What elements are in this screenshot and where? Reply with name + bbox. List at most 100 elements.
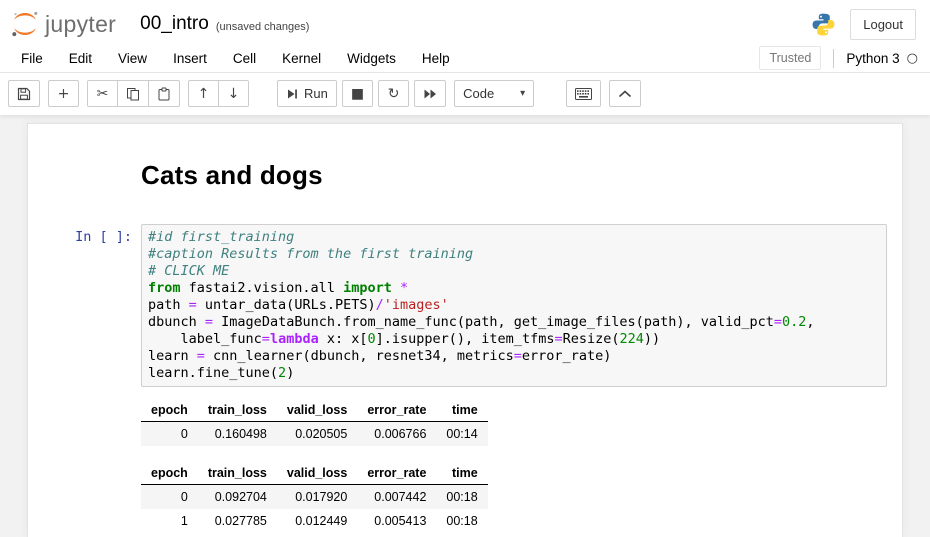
jupyter-logo-icon <box>10 9 40 39</box>
code-line: from fastai2.vision.all import * <box>148 280 880 297</box>
col-header: time <box>436 399 487 422</box>
cell-value: 0.007442 <box>357 485 436 510</box>
logout-button[interactable]: Logout <box>850 9 916 40</box>
plus-icon: + <box>58 87 70 101</box>
toolbar: + ✂ ↑ ↓ <box>0 73 930 115</box>
insert-cell-below-button[interactable]: + <box>48 80 79 107</box>
menu-widgets[interactable]: Widgets <box>334 44 409 72</box>
markdown-heading: Cats and dogs <box>141 160 887 191</box>
copy-icon <box>126 87 140 101</box>
cell-value: 0 <box>141 485 198 510</box>
paste-cell-button[interactable] <box>148 80 180 107</box>
chevron-up-icon <box>618 90 632 98</box>
run-button-label: Run <box>304 87 328 100</box>
markdown-cell[interactable]: Cats and dogs <box>43 160 887 191</box>
fast-forward-icon <box>423 88 437 100</box>
copy-cell-button[interactable] <box>117 80 149 107</box>
interrupt-kernel-button[interactable]: ■ <box>342 80 373 107</box>
trusted-badge[interactable]: Trusted <box>759 46 821 70</box>
cell-type-select[interactable]: Code ▾ <box>454 80 534 107</box>
menu-insert[interactable]: Insert <box>160 44 220 72</box>
cell-value: 0.006766 <box>357 422 436 447</box>
menu-items: FileEditViewInsertCellKernelWidgetsHelp <box>8 44 463 72</box>
table-row: 10.0277850.0124490.00541300:18 <box>141 509 488 533</box>
cell-value: 0.092704 <box>198 485 277 510</box>
notebook-container: Cats and dogs In [ ]: #id first_training… <box>27 123 903 537</box>
menu-file[interactable]: File <box>8 44 56 72</box>
code-line: path = untar_data(URLs.PETS)/'images' <box>148 297 880 314</box>
col-header: error_rate <box>357 462 436 485</box>
cell-value: 0.160498 <box>198 422 277 447</box>
menu-view[interactable]: View <box>105 44 160 72</box>
menubar: FileEditViewInsertCellKernelWidgetsHelp … <box>0 44 930 73</box>
python-logo-icon <box>811 12 836 37</box>
cell-value: 1 <box>141 509 198 533</box>
app-wordmark: jupyter <box>45 11 116 38</box>
site: Cats and dogs In [ ]: #id first_training… <box>0 115 930 537</box>
checkpoint-status: (unsaved changes) <box>216 21 310 33</box>
jupyter-logo[interactable]: jupyter <box>10 9 116 39</box>
restart-kernel-button[interactable]: ↻ <box>378 80 409 107</box>
col-header: valid_loss <box>277 399 357 422</box>
menubar-right: Trusted Python 3 ○ <box>759 46 922 70</box>
move-cell-down-button[interactable]: ↓ <box>218 80 249 107</box>
stop-icon: ■ <box>351 87 364 101</box>
paste-icon <box>157 87 171 101</box>
cell-outputs: epochtrain_lossvalid_losserror_ratetime0… <box>141 387 887 533</box>
cell-value: 0.020505 <box>277 422 357 447</box>
kernel-name: Python 3 <box>846 51 899 66</box>
keyboard-icon <box>575 88 592 100</box>
cell-value: 00:18 <box>436 485 487 510</box>
code-cell[interactable]: In [ ]: #id first_training#caption Resul… <box>43 224 887 387</box>
cell-value: 0.012449 <box>277 509 357 533</box>
cut-cell-button[interactable]: ✂ <box>87 80 118 107</box>
kernel-indicator: Python 3 ○ <box>833 49 922 68</box>
code-editor[interactable]: #id first_training#caption Results from … <box>141 224 887 387</box>
output-table: epochtrain_lossvalid_losserror_ratetime0… <box>141 399 488 446</box>
restart-icon: ↻ <box>388 87 400 101</box>
col-header: train_loss <box>198 462 277 485</box>
move-cell-up-button[interactable]: ↑ <box>188 80 219 107</box>
save-button[interactable] <box>8 80 40 107</box>
menu-cell[interactable]: Cell <box>220 44 269 72</box>
col-header: error_rate <box>357 399 436 422</box>
cell-value: 0.027785 <box>198 509 277 533</box>
code-line: #id first_training <box>148 229 880 246</box>
code-line: label_func=lambda x: x[0].isupper(), ite… <box>148 331 880 348</box>
col-header: train_loss <box>198 399 277 422</box>
run-button[interactable]: Run <box>277 80 337 107</box>
col-header: valid_loss <box>277 462 357 485</box>
notebook-title[interactable]: 00_intro <box>140 13 209 35</box>
col-header: time <box>436 462 487 485</box>
code-line: # CLICK ME <box>148 263 880 280</box>
run-button-group: Run ■ ↻ <box>277 80 446 107</box>
cell-value: 00:18 <box>436 509 487 533</box>
table-row: 00.0927040.0179200.00744200:18 <box>141 485 488 510</box>
run-icon <box>286 88 298 100</box>
markdown-prompt <box>43 160 141 191</box>
arrow-up-icon: ↑ <box>198 87 210 101</box>
menu-kernel[interactable]: Kernel <box>269 44 334 72</box>
scissors-icon: ✂ <box>97 87 109 101</box>
cell-value: 0.005413 <box>357 509 436 533</box>
cell-type-value: Code <box>463 86 494 101</box>
command-palette-button[interactable] <box>566 80 601 107</box>
restart-run-all-button[interactable] <box>414 80 446 107</box>
save-icon <box>17 87 31 101</box>
col-header: epoch <box>141 399 198 422</box>
code-line: learn.fine_tune(2) <box>148 365 880 382</box>
table-row: 00.1604980.0205050.00676600:14 <box>141 422 488 447</box>
output-table: epochtrain_lossvalid_losserror_ratetime0… <box>141 462 488 533</box>
code-line: dbunch = ImageDataBunch.from_name_func(p… <box>148 314 880 331</box>
menu-help[interactable]: Help <box>409 44 463 72</box>
input-prompt: In [ ]: <box>43 224 141 387</box>
col-header: epoch <box>141 462 198 485</box>
markdown-rendered: Cats and dogs <box>141 160 887 191</box>
move-button-group: ↑ ↓ <box>188 80 249 107</box>
header: jupyter 00_intro (unsaved changes) Logou… <box>0 0 930 44</box>
cell-value: 00:14 <box>436 422 487 447</box>
collapse-toolbar-button[interactable] <box>609 80 641 107</box>
menu-edit[interactable]: Edit <box>56 44 105 72</box>
arrow-down-icon: ↓ <box>228 87 240 101</box>
caret-down-icon: ▾ <box>520 88 525 99</box>
